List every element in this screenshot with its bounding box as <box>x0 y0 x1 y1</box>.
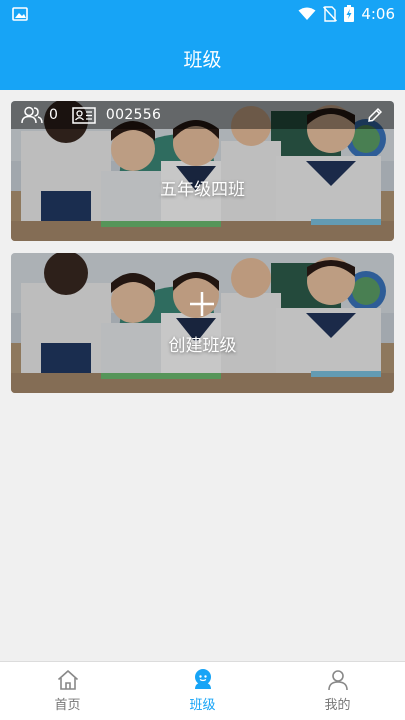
plus-icon <box>188 290 216 318</box>
no-sim-icon <box>323 5 338 22</box>
home-icon <box>56 668 80 692</box>
image-icon <box>12 6 28 22</box>
class-card[interactable]: 0 002556 五年级四班 <box>11 101 394 241</box>
nav-profile[interactable]: 我的 <box>270 662 405 720</box>
create-class-label: 创建班级 <box>168 336 237 356</box>
app-bar: 班级 <box>0 27 405 90</box>
profile-icon <box>326 668 350 692</box>
edit-icon[interactable] <box>366 106 384 124</box>
create-class-card[interactable]: 创建班级 <box>11 253 394 393</box>
class-code: 002556 <box>105 107 162 123</box>
photo-overlay <box>11 253 394 393</box>
members-icon <box>21 106 43 124</box>
battery-charging-icon <box>344 5 355 22</box>
nav-class[interactable]: 班级 <box>135 662 270 720</box>
class-info-bar: 0 002556 <box>11 101 394 129</box>
class-name: 五年级四班 <box>160 180 245 200</box>
class-icon <box>191 668 215 692</box>
member-count: 0 <box>49 107 58 123</box>
nav-home-label: 首页 <box>54 698 81 713</box>
wifi-icon <box>298 7 316 21</box>
id-card-icon <box>72 106 96 124</box>
nav-class-label: 班级 <box>189 698 216 713</box>
status-time: 4:06 <box>361 4 395 23</box>
bottom-nav: 首页 班级 我的 <box>0 661 405 720</box>
nav-profile-label: 我的 <box>324 698 351 713</box>
page-title: 班级 <box>183 49 222 71</box>
nav-home[interactable]: 首页 <box>0 662 135 720</box>
status-bar: 4:06 <box>0 0 405 27</box>
